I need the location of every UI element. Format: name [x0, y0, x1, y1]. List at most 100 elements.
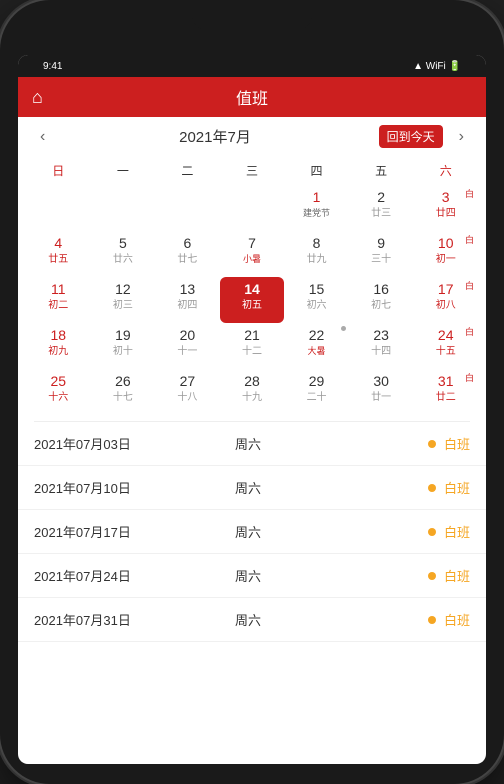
- day-badge-3: 白: [465, 187, 474, 200]
- day-8[interactable]: 8 廿九: [284, 231, 349, 277]
- day-14[interactable]: 14 初五: [220, 277, 285, 323]
- day-28[interactable]: 28 十九: [220, 369, 285, 415]
- day-num-16: 16: [373, 280, 389, 300]
- day-num-6: 6: [184, 234, 192, 254]
- schedule-date-1: 2021年07月03日: [34, 434, 227, 453]
- day-22[interactable]: 22 大暑: [284, 323, 349, 369]
- day-sub-16: 初七: [371, 300, 391, 312]
- day-num-17: 17: [438, 280, 454, 300]
- day-num-31: 31: [438, 372, 454, 392]
- day-7[interactable]: 7 小暑: [220, 231, 285, 277]
- schedule-type-4: 白班: [444, 566, 470, 585]
- day-23[interactable]: 23 十四: [349, 323, 414, 369]
- day-16[interactable]: 16 初七: [349, 277, 414, 323]
- day-badge-24: 白: [465, 325, 474, 338]
- day-badge-17: 白: [465, 279, 474, 292]
- day-11[interactable]: 11 初二: [26, 277, 91, 323]
- day-29[interactable]: 29 二十: [284, 369, 349, 415]
- schedule-date-2: 2021年07月10日: [34, 478, 227, 497]
- schedule-dot-2: [428, 484, 436, 492]
- day-3[interactable]: 白 3 廿四: [413, 185, 478, 231]
- phone-screen: 9:41 ▲ WiFi 🔋 ⌂ 值班 ‹ 2021年7月 回到今天 › 日 一 …: [18, 55, 486, 764]
- day-sub-28: 十九: [242, 392, 262, 404]
- day-1[interactable]: 1 建党节: [284, 185, 349, 231]
- weekday-fri: 五: [349, 160, 414, 181]
- day-badge-10: 白: [465, 233, 474, 246]
- schedule-day-5: 周六: [235, 610, 428, 629]
- day-17[interactable]: 白 17 初八: [413, 277, 478, 323]
- day-num-3: 3: [442, 188, 450, 208]
- header-title: 值班: [236, 85, 268, 109]
- schedule-type-5: 白班: [444, 610, 470, 629]
- day-6[interactable]: 6 廿七: [155, 231, 220, 277]
- day-num-12: 12: [115, 280, 131, 300]
- next-month-button[interactable]: ›: [453, 126, 470, 148]
- day-18[interactable]: 18 初九: [26, 323, 91, 369]
- prev-month-button[interactable]: ‹: [34, 126, 51, 148]
- day-sub-3: 廿四: [436, 208, 456, 220]
- schedule-type-1: 白班: [444, 434, 470, 453]
- day-25[interactable]: 25 十六: [26, 369, 91, 415]
- day-num-27: 27: [180, 372, 196, 392]
- day-sub-6: 廿七: [177, 254, 197, 266]
- day-19[interactable]: 19 初十: [91, 323, 156, 369]
- day-20[interactable]: 20 十一: [155, 323, 220, 369]
- schedule-item-4[interactable]: 2021年07月24日 周六 白班: [18, 554, 486, 598]
- day-num-7: 7: [248, 234, 256, 254]
- weekday-thu: 四: [284, 160, 349, 181]
- day-10[interactable]: 白 10 初一: [413, 231, 478, 277]
- schedule-item-1[interactable]: 2021年07月03日 周六 白班: [18, 422, 486, 466]
- day-num-1: 1: [313, 188, 321, 208]
- day-num-8: 8: [313, 234, 321, 254]
- schedule-item-2[interactable]: 2021年07月10日 周六 白班: [18, 466, 486, 510]
- day-21[interactable]: 21 十二: [220, 323, 285, 369]
- day-num-25: 25: [50, 372, 66, 392]
- day-9[interactable]: 9 三十: [349, 231, 414, 277]
- day-sub-24: 十五: [436, 346, 456, 358]
- day-13[interactable]: 13 初四: [155, 277, 220, 323]
- day-sub-7: 小暑: [243, 254, 261, 265]
- day-sub-15: 初六: [307, 300, 327, 312]
- day-empty-4: [220, 185, 285, 231]
- status-icons: ▲ WiFi 🔋: [413, 61, 461, 72]
- day-24[interactable]: 白 24 十五: [413, 323, 478, 369]
- day-num-23: 23: [373, 326, 389, 346]
- day-sub-29: 二十: [307, 392, 327, 404]
- today-button[interactable]: 回到今天: [379, 125, 443, 148]
- schedule-dot-4: [428, 572, 436, 580]
- phone-frame: 9:41 ▲ WiFi 🔋 ⌂ 值班 ‹ 2021年7月 回到今天 › 日 一 …: [0, 0, 504, 784]
- day-31[interactable]: 白 31 廿二: [413, 369, 478, 415]
- day-sub-8: 廿九: [307, 254, 327, 266]
- status-time: 9:41: [43, 61, 62, 72]
- day-sub-20: 十一: [177, 346, 197, 358]
- schedule-item-5[interactable]: 2021年07月31日 周六 白班: [18, 598, 486, 642]
- day-sub-27: 十八: [177, 392, 197, 404]
- day-num-15: 15: [309, 280, 325, 300]
- schedule-type-3: 白班: [444, 522, 470, 541]
- day-2[interactable]: 2 廿三: [349, 185, 414, 231]
- weekday-wed: 三: [220, 160, 285, 181]
- day-26[interactable]: 26 十七: [91, 369, 156, 415]
- day-sub-19: 初十: [113, 346, 133, 358]
- schedule-type-2: 白班: [444, 478, 470, 497]
- day-4[interactable]: 4 廿五: [26, 231, 91, 277]
- day-sub-31: 廿二: [436, 392, 456, 404]
- day-num-26: 26: [115, 372, 131, 392]
- day-sub-21: 十二: [242, 346, 262, 358]
- schedule-item-3[interactable]: 2021年07月17日 周六 白班: [18, 510, 486, 554]
- day-12[interactable]: 12 初三: [91, 277, 156, 323]
- day-sub-18: 初九: [48, 346, 68, 358]
- header: ⌂ 值班: [18, 77, 486, 117]
- day-27[interactable]: 27 十八: [155, 369, 220, 415]
- weekday-mon: 一: [91, 160, 156, 181]
- day-30[interactable]: 30 廿一: [349, 369, 414, 415]
- day-empty-2: [91, 185, 156, 231]
- day-15[interactable]: 15 初六: [284, 277, 349, 323]
- day-sub-10: 初一: [436, 254, 456, 266]
- home-icon[interactable]: ⌂: [32, 87, 43, 108]
- day-num-20: 20: [180, 326, 196, 346]
- schedule-date-5: 2021年07月31日: [34, 610, 227, 629]
- day-num-9: 9: [377, 234, 385, 254]
- day-5[interactable]: 5 廿六: [91, 231, 156, 277]
- day-num-22: 22: [309, 326, 325, 346]
